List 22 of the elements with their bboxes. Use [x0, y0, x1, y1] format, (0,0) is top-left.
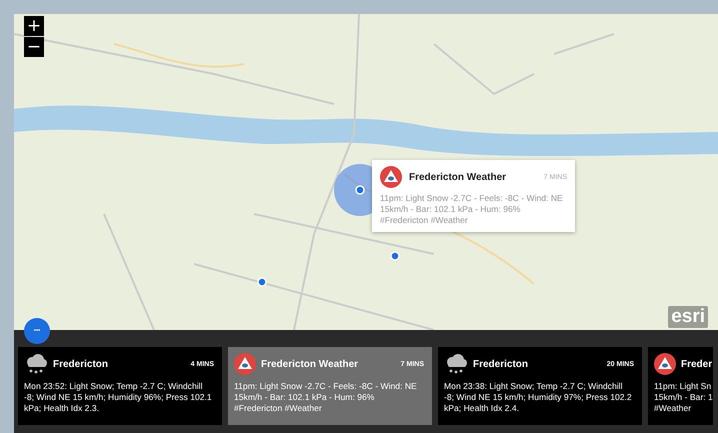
warning-badge-icon — [654, 353, 676, 375]
card-text: Mon 23:52: Light Snow; Temp -2.7 C; Windchill -8; Wind NE 15 km/h; Humidity 96%; Press 102.1 kPa; Health Idx 2.3. — [24, 381, 213, 414]
weather-card[interactable]: Freder 11pm: Light Sn 15km/h - Bar: 1 #Weather — [648, 347, 713, 425]
snow-cloud-icon — [444, 353, 468, 375]
esri-logo: esri — [668, 306, 708, 328]
card-title: Fredericton — [473, 358, 530, 370]
warning-badge-icon — [380, 166, 402, 188]
popup-title: Fredericton Weather — [409, 172, 508, 182]
card-title: Freder — [681, 358, 713, 370]
warning-badge-icon — [234, 353, 256, 375]
map-point[interactable] — [389, 250, 401, 262]
card-text: Mon 23:38: Light Snow; Temp -2.7 C; Windchill -8; Wind NE 15 km/h; Humidity 97%; Press 102.2 kPa; Health Idx 2.4. — [444, 381, 633, 414]
card-text: 11pm: Light Snow -2.7C - Feels: -8C - Wind: NE 15km/h - Bar: 102.1 kPa - Hum: 96% #Fredericton #Weather — [234, 381, 418, 414]
zoom-in-button[interactable]: + — [24, 16, 44, 36]
popup-text: 11pm: Light Snow -2.7C - Feels: -8C - Wind: NE 15km/h - Bar: 102.1 kPa - Hum: 96% #Fredericton #Weather — [380, 193, 564, 226]
map-point[interactable] — [354, 184, 366, 196]
card-title: Fredericton — [53, 358, 110, 370]
card-text: 11pm: Light Sn 15km/h - Bar: 1 #Weather — [654, 381, 713, 414]
snow-cloud-icon — [24, 353, 48, 375]
card-title: Fredericton Weather — [261, 358, 360, 370]
map-point[interactable] — [256, 276, 268, 288]
zoom-out-button[interactable]: − — [24, 37, 44, 57]
